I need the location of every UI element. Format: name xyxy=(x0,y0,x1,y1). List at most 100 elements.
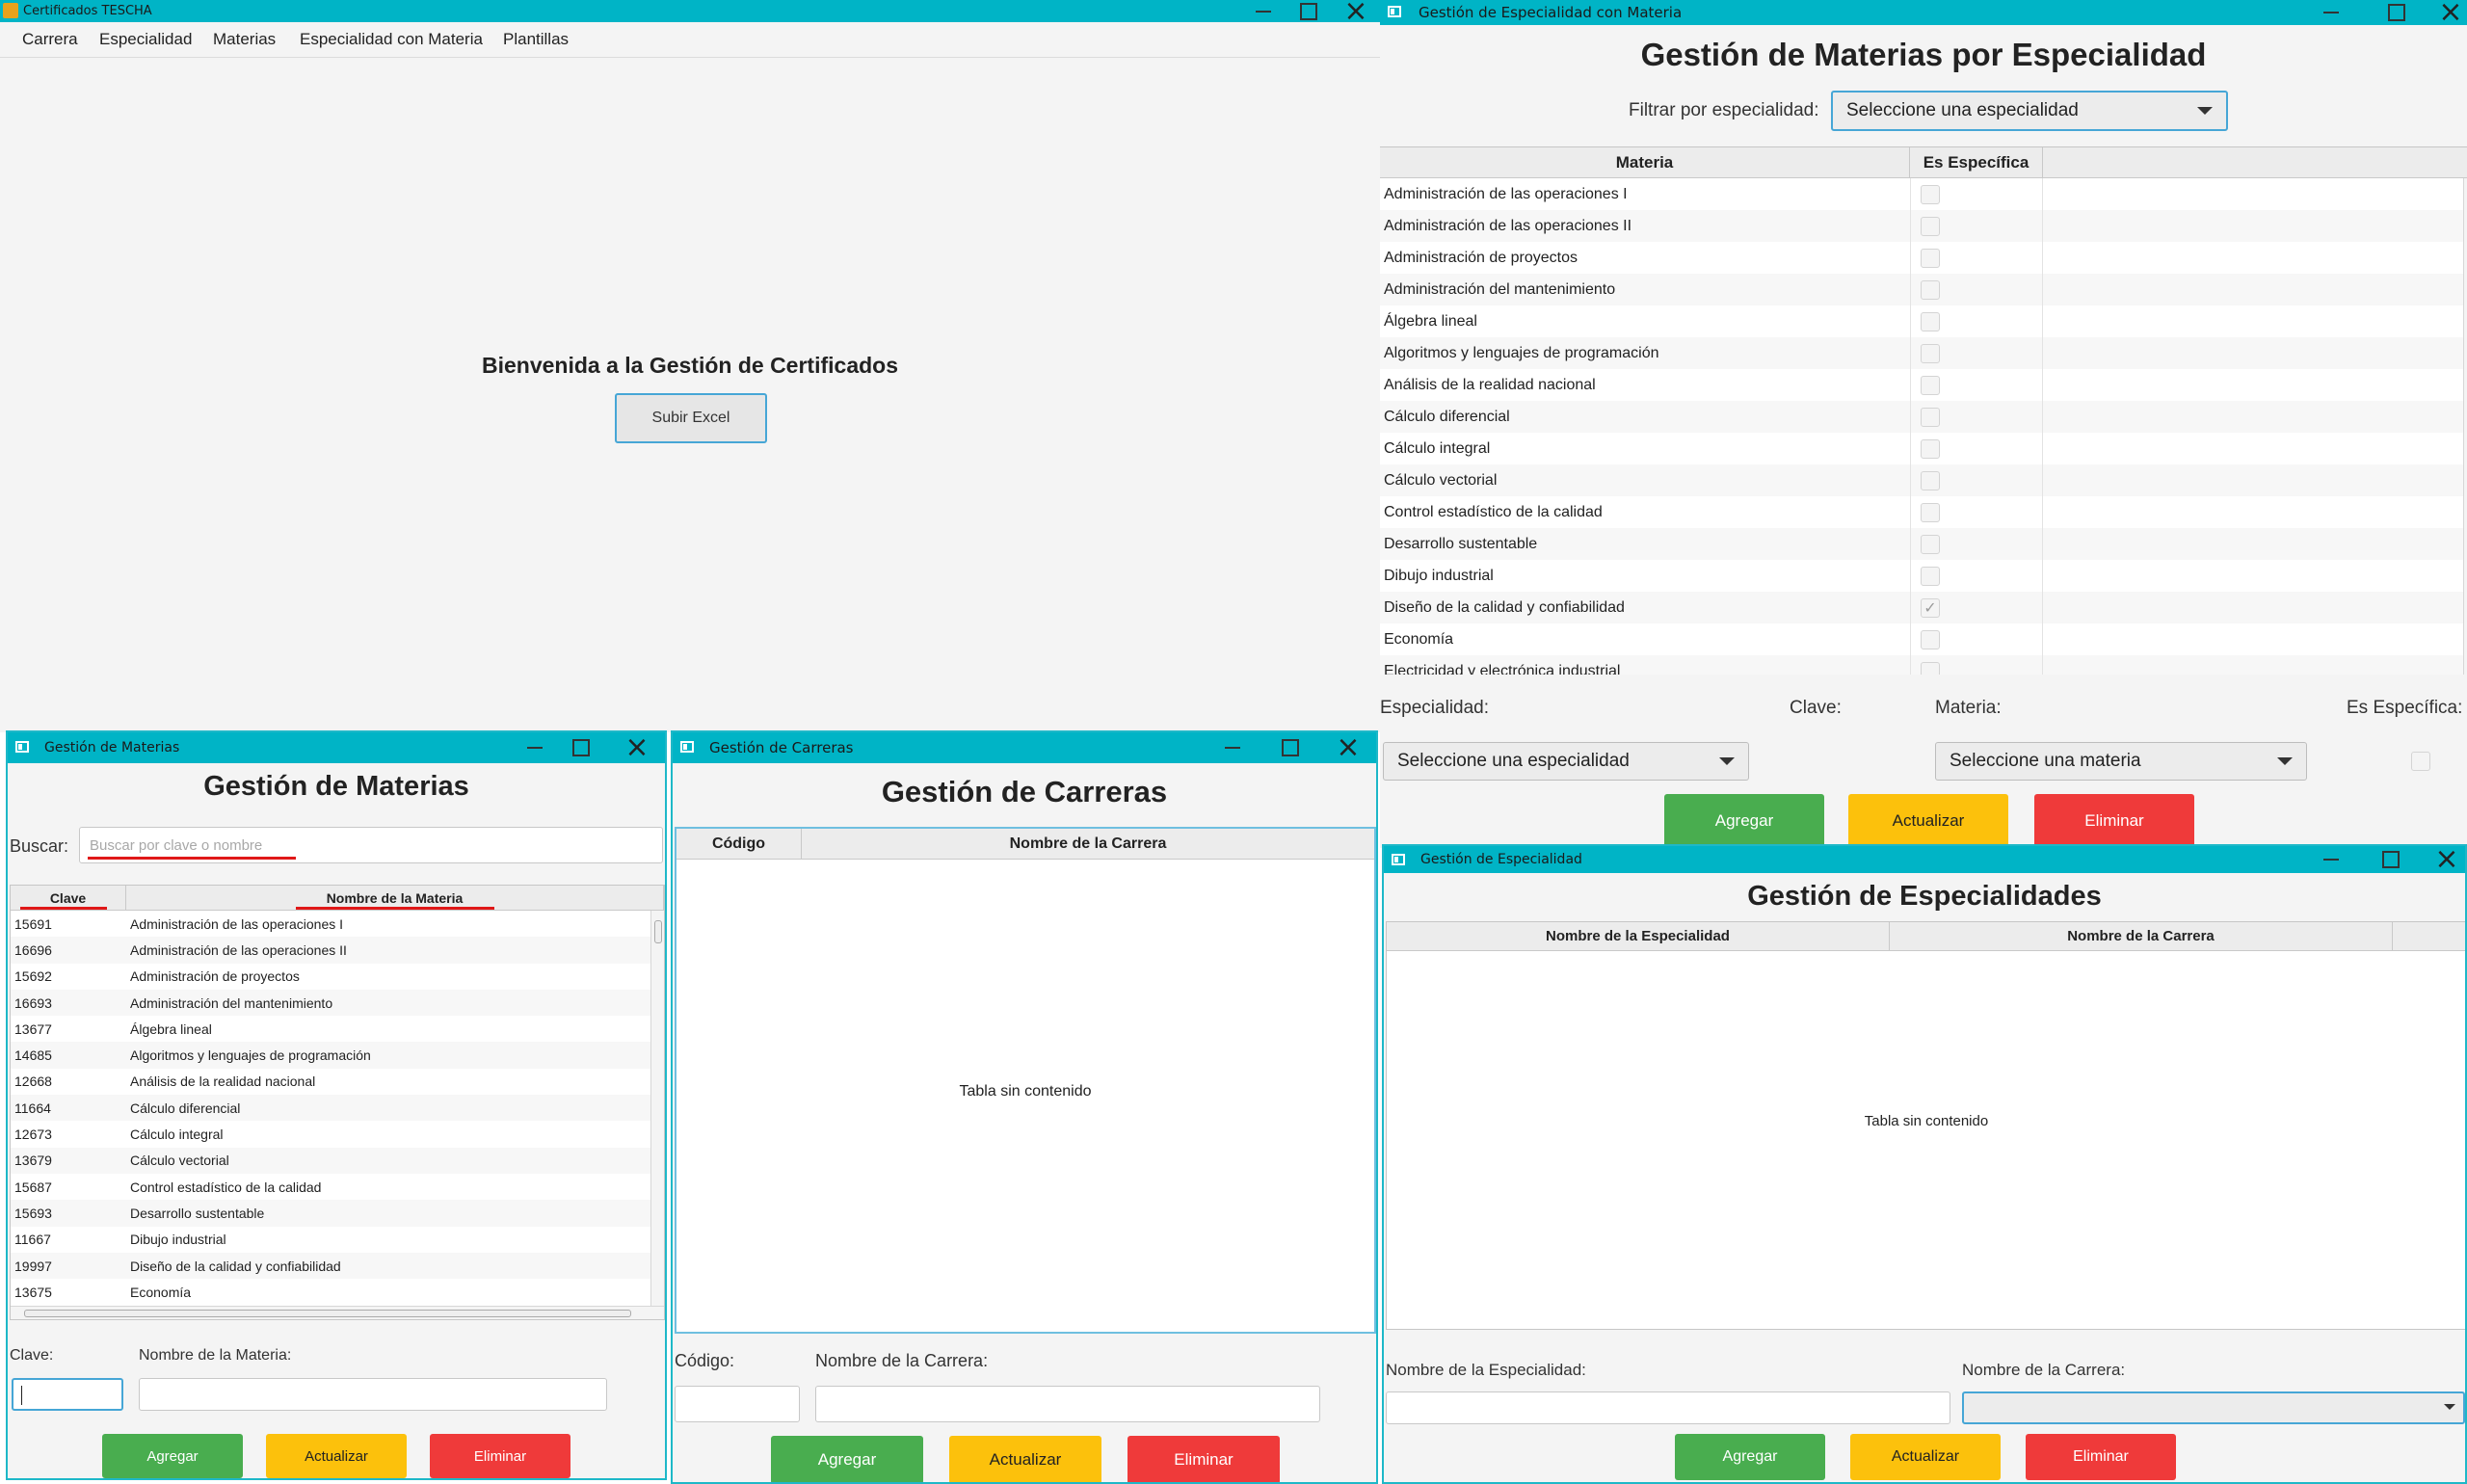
delete-button[interactable]: Eliminar xyxy=(2026,1434,2176,1480)
menu-materias[interactable]: Materias xyxy=(213,30,276,49)
minimize-button[interactable] xyxy=(2317,846,2346,873)
delete-button[interactable]: Eliminar xyxy=(1127,1436,1280,1482)
table-row[interactable]: 15692 Administración de proyectos xyxy=(11,964,650,990)
delete-button[interactable]: Eliminar xyxy=(430,1434,570,1478)
col-nombre-carrera[interactable]: Nombre de la Carrera xyxy=(1890,922,2393,950)
table-row[interactable]: 11667 Dibujo industrial xyxy=(11,1227,650,1253)
es-especifica-checkbox[interactable] xyxy=(1921,502,1940,522)
upload-excel-button[interactable]: Subir Excel xyxy=(615,393,767,443)
table-row[interactable]: 14685 Algoritmos y lenguajes de programac… xyxy=(11,1042,650,1069)
menu-especialidad[interactable]: Especialidad xyxy=(99,30,192,49)
update-button[interactable]: Actualizar xyxy=(949,1436,1101,1482)
es-especifica-checkbox[interactable] xyxy=(2411,752,2430,771)
update-button[interactable]: Actualizar xyxy=(1848,794,2008,848)
minimize-button[interactable] xyxy=(1218,732,1247,763)
horizontal-scrollbar[interactable] xyxy=(11,1306,664,1319)
close-button[interactable] xyxy=(1334,732,1363,763)
es-especifica-checkbox[interactable]: ✓ xyxy=(1921,597,1940,618)
maximize-button[interactable] xyxy=(2376,846,2405,873)
especialidad-select[interactable]: Seleccione una especialidad xyxy=(1383,742,1749,781)
table-row[interactable]: Administración de las operaciones II xyxy=(1380,210,2467,242)
table-row[interactable]: Control estadístico de la calidad xyxy=(1380,496,2467,528)
add-button[interactable]: Agregar xyxy=(1675,1434,1825,1480)
col-es-especifica[interactable]: Es Específica xyxy=(1910,147,2043,177)
menu-especialidad-con-materia[interactable]: Especialidad con Materia xyxy=(300,30,483,49)
table-row[interactable]: Economía xyxy=(1380,623,2467,655)
add-button[interactable]: Agregar xyxy=(102,1434,243,1478)
delete-button[interactable]: Eliminar xyxy=(2034,794,2194,848)
es-especifica-checkbox[interactable] xyxy=(1921,375,1940,395)
col-clave[interactable]: Clave xyxy=(11,886,126,910)
minimize-button[interactable] xyxy=(1251,0,1276,22)
vertical-scrollbar[interactable] xyxy=(2463,178,2467,675)
col-materia[interactable]: Materia xyxy=(1380,147,1910,177)
scroll-thumb[interactable] xyxy=(24,1310,631,1317)
table-row[interactable]: 13675 Economía xyxy=(11,1279,650,1305)
clave-input[interactable] xyxy=(12,1378,123,1411)
table-row[interactable]: Administración de las operaciones I xyxy=(1380,178,2467,210)
table-row[interactable]: 11664 Cálculo diferencial xyxy=(11,1095,650,1122)
es-especifica-checkbox[interactable] xyxy=(1921,311,1940,331)
table-row[interactable]: Cálculo integral xyxy=(1380,433,2467,464)
table-row[interactable]: Administración del mantenimiento xyxy=(1380,274,2467,305)
table-row[interactable]: 13677 Álgebra lineal xyxy=(11,1016,650,1042)
es-especifica-checkbox[interactable] xyxy=(1921,216,1940,236)
table-row[interactable]: 15693 Desarrollo sustentable xyxy=(11,1200,650,1227)
es-especifica-checkbox[interactable] xyxy=(1921,438,1940,459)
table-row[interactable]: Álgebra lineal xyxy=(1380,305,2467,337)
table-row[interactable]: 15691 Administración de las operaciones I xyxy=(11,911,650,937)
search-input[interactable]: Buscar por clave o nombre xyxy=(79,827,663,863)
es-especifica-checkbox[interactable] xyxy=(1921,661,1940,675)
table-row[interactable]: Análisis de la realidad nacional xyxy=(1380,369,2467,401)
col-nombre-carrera[interactable]: Nombre de la Carrera xyxy=(802,829,1374,859)
add-button[interactable]: Agregar xyxy=(771,1436,923,1482)
es-especifica-checkbox[interactable] xyxy=(1921,248,1940,268)
table-row[interactable]: 16696 Administración de las operaciones I… xyxy=(11,937,650,964)
update-button[interactable]: Actualizar xyxy=(1850,1434,2001,1480)
menu-plantillas[interactable]: Plantillas xyxy=(503,30,569,49)
col-nombre[interactable]: Nombre de la Materia xyxy=(126,886,664,910)
table-row[interactable]: 16693 Administración del mantenimiento xyxy=(11,989,650,1017)
es-especifica-checkbox[interactable] xyxy=(1921,407,1940,427)
es-especifica-checkbox[interactable] xyxy=(1921,566,1940,586)
carrera-select[interactable] xyxy=(1962,1391,2465,1424)
es-especifica-checkbox[interactable] xyxy=(1921,534,1940,554)
filter-especialidad-select[interactable]: Seleccione una especialidad xyxy=(1831,91,2228,131)
vertical-scrollbar[interactable] xyxy=(650,911,664,1306)
add-button[interactable]: Agregar xyxy=(1664,794,1824,848)
table-row[interactable]: Diseño de la calidad y confiabilidad ✓ xyxy=(1380,592,2467,623)
es-especifica-checkbox[interactable] xyxy=(1921,184,1940,204)
materia-select[interactable]: Seleccione una materia xyxy=(1935,742,2307,781)
nombre-materia-input[interactable] xyxy=(139,1378,607,1411)
table-row[interactable]: 13679 Cálculo vectorial xyxy=(11,1147,650,1174)
close-button[interactable] xyxy=(623,732,651,763)
minimize-button[interactable] xyxy=(520,732,549,763)
nombre-carrera-input[interactable] xyxy=(815,1386,1320,1422)
table-row[interactable]: Administración de proyectos xyxy=(1380,242,2467,274)
close-button[interactable] xyxy=(2436,0,2465,25)
minimize-button[interactable] xyxy=(2317,0,2346,25)
es-especifica-checkbox[interactable] xyxy=(1921,279,1940,300)
table-row[interactable]: Dibujo industrial xyxy=(1380,560,2467,592)
codigo-input[interactable] xyxy=(675,1386,800,1422)
table-row[interactable]: 15687 Control estadístico de la calidad xyxy=(11,1174,650,1200)
update-button[interactable]: Actualizar xyxy=(266,1434,407,1478)
nombre-especialidad-input[interactable] xyxy=(1386,1391,1950,1424)
table-row[interactable]: Desarrollo sustentable xyxy=(1380,528,2467,560)
table-row[interactable]: 19997 Diseño de la calidad y confiabilida… xyxy=(11,1252,650,1280)
es-especifica-checkbox[interactable] xyxy=(1921,629,1940,649)
col-codigo[interactable]: Código xyxy=(676,829,802,859)
es-especifica-checkbox[interactable] xyxy=(1921,343,1940,363)
table-row[interactable]: Algoritmos y lenguajes de programación xyxy=(1380,337,2467,369)
es-especifica-checkbox[interactable] xyxy=(1921,470,1940,490)
table-row[interactable]: Cálculo diferencial xyxy=(1380,401,2467,433)
maximize-button[interactable] xyxy=(1296,0,1321,22)
table-row[interactable]: Cálculo vectorial xyxy=(1380,464,2467,496)
maximize-button[interactable] xyxy=(1276,732,1305,763)
close-button[interactable] xyxy=(2432,846,2461,873)
table-row[interactable]: 12673 Cálculo integral xyxy=(11,1121,650,1147)
maximize-button[interactable] xyxy=(2382,0,2411,25)
close-button[interactable] xyxy=(1343,0,1368,22)
maximize-button[interactable] xyxy=(567,732,596,763)
table-row[interactable]: Electricidad y electrónica industrial xyxy=(1380,655,2467,675)
